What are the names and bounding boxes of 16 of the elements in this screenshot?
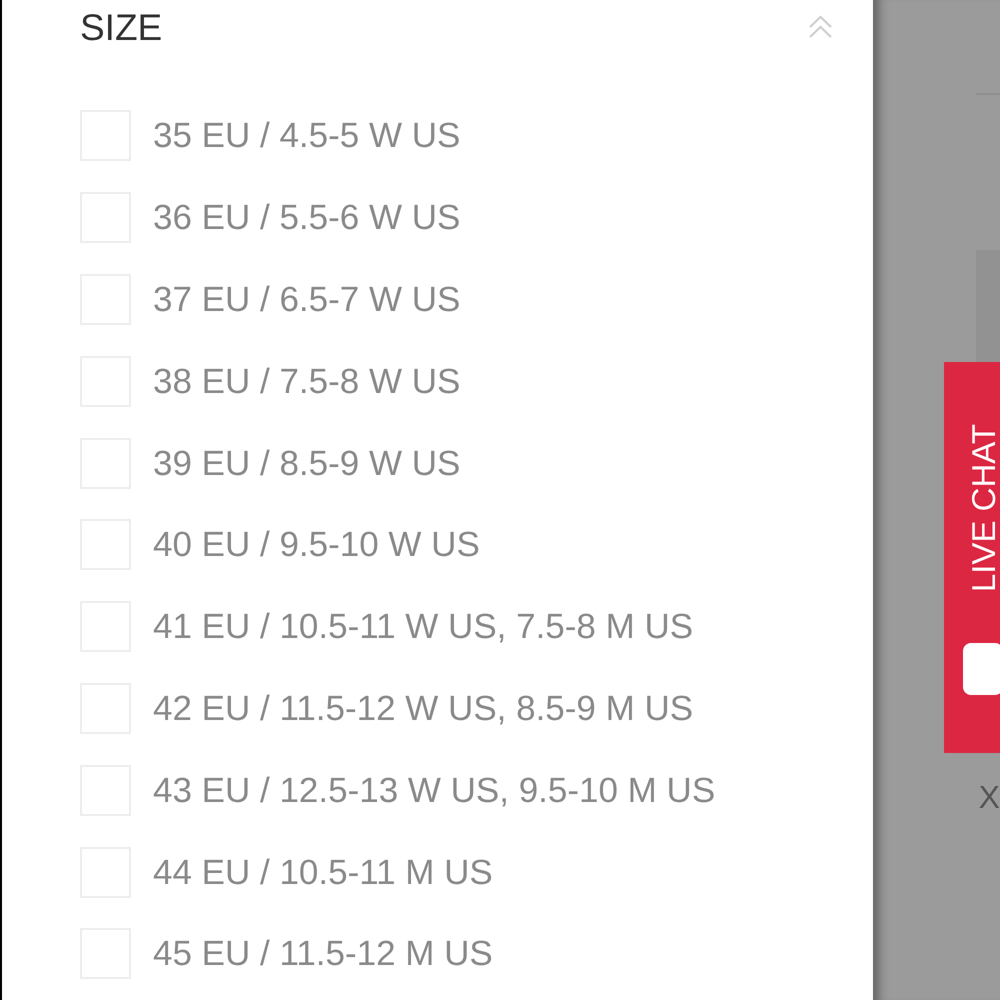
size-option-label[interactable]: 37 EU / 6.5-7 W US	[153, 282, 460, 317]
size-option-label[interactable]: 38 EU / 7.5-8 W US	[153, 364, 460, 399]
size-option-label[interactable]: 40 EU / 9.5-10 W US	[153, 527, 480, 562]
size-option-label[interactable]: 41 EU / 10.5-11 W US, 7.5-8 M US	[153, 609, 694, 644]
live-chat-tab[interactable]: LIVE CHAT	[944, 362, 1000, 753]
close-button[interactable]: X	[978, 781, 1000, 813]
chevrons-up-icon[interactable]	[808, 15, 833, 39]
size-option-label[interactable]: 43 EU / 12.5-13 W US, 9.5-10 M US	[153, 772, 716, 808]
size-option-label[interactable]: 44 EU / 10.5-11 M US	[153, 854, 493, 890]
size-option-label[interactable]: 35 EU / 4.5-5 W US	[153, 118, 460, 154]
size-option-label[interactable]: 42 EU / 11.5-12 W US, 8.5-9 M US	[153, 690, 694, 726]
size-option-label[interactable]: 36 EU / 5.5-6 W US	[153, 200, 460, 236]
section-title: SIZE	[80, 8, 162, 46]
size-option-label[interactable]: 39 EU / 8.5-9 W US	[153, 446, 460, 481]
live-chat-label: LIVE CHAT	[968, 424, 1000, 592]
size-option-label[interactable]: 45 EU / 11.5-12 M US	[153, 936, 493, 972]
